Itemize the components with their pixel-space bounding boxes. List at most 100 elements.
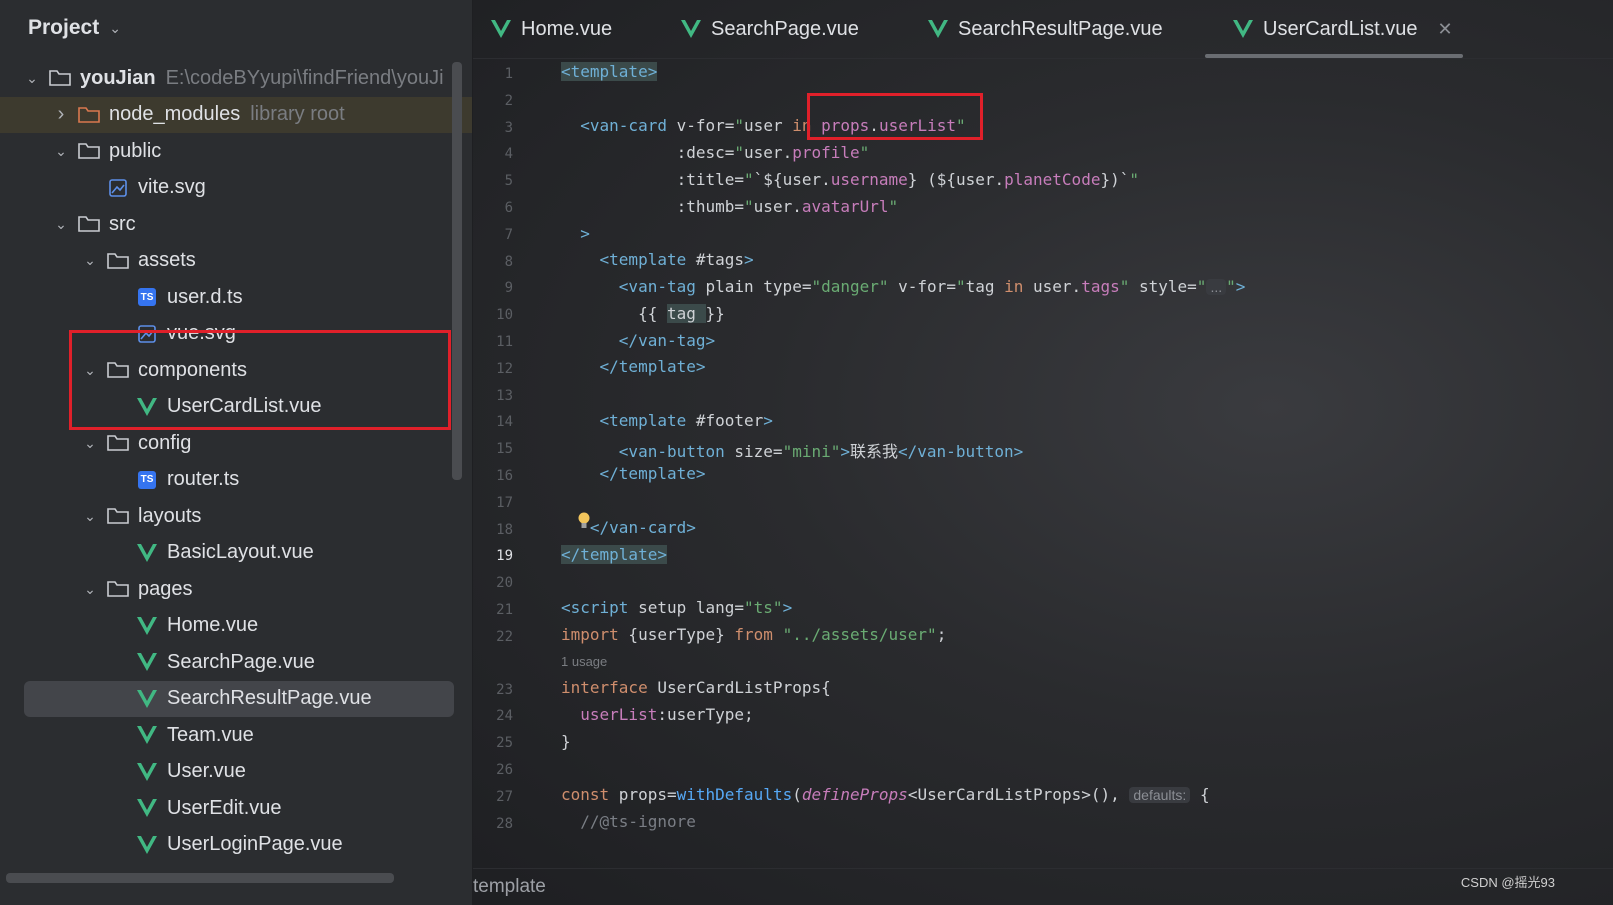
code-line-7: > <box>580 224 590 243</box>
code-token: <template> <box>561 62 658 81</box>
chevron-right-icon[interactable]: › <box>51 103 71 126</box>
line-number: 18 <box>496 521 513 538</box>
line-number: 9 <box>504 280 513 297</box>
tree-item-label: SearchPage.vue <box>167 650 315 673</box>
tree-item-label: vite.svg <box>138 176 206 198</box>
chevron-down-icon[interactable]: ⌄ <box>80 252 100 269</box>
tree-item-team-vue[interactable]: Team.vue <box>0 717 472 753</box>
line-number: 2 <box>504 92 513 109</box>
tree-item-assets[interactable]: ⌄ assets <box>0 243 472 279</box>
tree-item-user-vue[interactable]: User.vue <box>0 754 472 790</box>
line-number: 7 <box>504 226 513 243</box>
tab-label: SearchResultPage.vue <box>958 17 1163 40</box>
tree-item-layouts[interactable]: ⌄ layouts <box>0 498 472 534</box>
code-line-27: const props=withDefaults(defineProps<Use… <box>561 785 1210 804</box>
vue-file-icon <box>489 19 513 39</box>
code-line-19: </template> <box>561 545 667 564</box>
code-line-15: <van-button size="mini">联系我</van-button> <box>618 442 1024 461</box>
project-panel: Project ⌄ ⌄ youJian E:\codeBYyupi\findFrie… <box>0 0 473 905</box>
tree-item-home-vue[interactable]: Home.vue <box>0 608 472 644</box>
tree-item-config[interactable]: ⌄ config <box>0 425 472 461</box>
vue-file-icon <box>679 19 703 39</box>
tree-item-userloginpage-vue[interactable]: UserLoginPage.vue <box>0 827 472 863</box>
chevron-down-icon[interactable]: ⌄ <box>80 435 100 452</box>
tree-item-user-d-ts[interactable]: TS user.d.ts <box>0 279 472 315</box>
code-line-8: <template #tags> <box>599 250 754 269</box>
tree-item-useredit-vue[interactable]: UserEdit.vue <box>0 790 472 826</box>
editor-tabs: Home.vue SearchPage.vue SearchResultPage… <box>473 0 1613 59</box>
vue-file-icon <box>135 689 159 709</box>
line-number: 14 <box>496 414 513 431</box>
chevron-down-icon[interactable]: ⌄ <box>80 508 100 525</box>
line-number: 26 <box>496 762 513 778</box>
tree-item-label: Home.vue <box>167 614 259 636</box>
folder-icon <box>77 214 101 234</box>
tree-item-pages[interactable]: ⌄ pages <box>0 571 472 607</box>
tree-item-vite-svg[interactable]: vite.svg <box>0 170 472 206</box>
close-icon[interactable]: ✕ <box>1438 19 1453 40</box>
tree-item-label: UserEdit.vue <box>167 796 282 819</box>
image-file-icon <box>106 178 130 198</box>
vue-file-icon <box>135 798 159 818</box>
tree-item-node-modules[interactable]: › node_modules library root <box>0 96 472 133</box>
tab-home-vue[interactable]: Home.vue <box>483 0 612 58</box>
folder-icon <box>106 506 130 526</box>
chevron-down-icon[interactable]: ⌄ <box>80 581 100 598</box>
tree-item-basiclayout-vue[interactable]: BasicLayout.vue <box>0 535 472 571</box>
tree-item-searchresultpage-vue[interactable]: SearchResultPage.vue <box>24 680 454 717</box>
tree-item-searchpage-vue[interactable]: SearchPage.vue <box>0 644 472 680</box>
code-line-14: <template #footer> <box>599 411 773 430</box>
line-number: 25 <box>496 735 513 752</box>
code-line-22: import {userType} from "../assets/user"; <box>561 625 947 644</box>
editor-breadcrumb-bar: template <box>473 868 1613 905</box>
code-line-16: </template> <box>599 464 706 483</box>
tree-item-label: public <box>109 139 162 162</box>
tree-item-public[interactable]: ⌄ public <box>0 133 472 169</box>
line-number: 10 <box>496 307 513 324</box>
line-number: 21 <box>496 602 513 618</box>
tree-item-label: user.d.ts <box>167 285 243 308</box>
project-view-selector[interactable]: Project ⌄ <box>0 0 472 56</box>
usage-hint[interactable]: 1 usage <box>561 654 607 669</box>
tab-searchpage-vue[interactable]: SearchPage.vue <box>673 0 859 58</box>
code-line-11: </van-tag> <box>618 331 716 350</box>
code-line-28: //@ts-ignore <box>580 812 696 831</box>
chevron-down-icon[interactable]: ⌄ <box>51 216 71 233</box>
horizontal-scrollbar[interactable] <box>6 873 394 883</box>
line-number: 24 <box>496 708 513 725</box>
chevron-down-icon[interactable]: ⌄ <box>22 70 42 87</box>
code-editor[interactable]: Home.vue SearchPage.vue SearchResultPage… <box>473 0 1613 905</box>
vue-file-icon <box>135 835 159 855</box>
line-number: 16 <box>496 468 513 484</box>
folder-icon <box>77 105 101 125</box>
tab-label: Home.vue <box>521 17 613 40</box>
tab-usercardlist-vue[interactable]: UserCardList.vue ✕ <box>1225 0 1453 58</box>
tree-item-label: config <box>138 431 192 454</box>
tree-item-src[interactable]: ⌄ src <box>0 206 472 242</box>
tab-searchresultpage-vue[interactable]: SearchResultPage.vue <box>920 0 1163 58</box>
breadcrumb-template[interactable]: template <box>473 876 546 898</box>
code-line-23: interface UserCardListProps{ <box>561 678 831 697</box>
tree-item-label: youJian <box>80 66 156 89</box>
tree-item-label: router.ts <box>167 468 240 490</box>
line-number: 23 <box>496 681 513 698</box>
folder-icon <box>106 579 130 599</box>
line-number: 4 <box>504 146 513 163</box>
tree-item-youjian[interactable]: ⌄ youJian E:\codeBYyupi\findFriend\youJi <box>0 60 472 96</box>
tab-label: UserCardList.vue <box>1263 17 1418 40</box>
chevron-down-icon[interactable]: ⌄ <box>51 143 71 160</box>
tree-item-label: UserLoginPage.vue <box>167 833 343 855</box>
vue-file-icon <box>135 725 159 745</box>
tree-item-label: Team.vue <box>167 723 254 746</box>
lightbulb-icon[interactable] <box>577 512 591 530</box>
watermark: CSDN @摇光93 <box>1460 875 1555 890</box>
line-number: 15 <box>496 441 513 458</box>
line-number-gutter: 1 2 3 4 5 6 7 8 9 10 11 12 13 14 15 16 17 18 19 20 21 22 23 24 2… <box>473 58 553 905</box>
code-line-12: </template> <box>599 357 706 376</box>
chevron-down-icon[interactable]: ⌄ <box>109 20 121 37</box>
tree-item-router-ts[interactable]: TS router.ts <box>0 462 472 498</box>
line-number: 28 <box>496 815 513 832</box>
tree-item-label: BasicLayout.vue <box>167 541 314 563</box>
vertical-scrollbar[interactable] <box>452 62 462 480</box>
code-line-10: {{ tag }} <box>561 304 725 323</box>
